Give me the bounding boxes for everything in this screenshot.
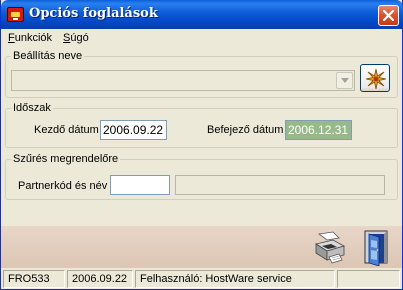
close-icon	[383, 10, 394, 21]
period-group-legend: Időszak	[13, 102, 51, 114]
title-bar[interactable]: Opciós foglalások	[1, 0, 403, 29]
start-date-input[interactable]: 2006.09.22	[100, 120, 167, 140]
start-date-label: Kezdő dátum	[34, 124, 99, 136]
window-title: Opciós foglalások	[29, 6, 158, 21]
close-button[interactable]	[378, 5, 399, 26]
sparkle-icon	[366, 69, 386, 89]
status-code: FRO533	[3, 270, 65, 288]
status-bar: FRO533 2006.09.22 Felhasználó: HostWare …	[1, 268, 402, 289]
exit-button[interactable]	[359, 228, 395, 267]
menu-bar: Funkciók Súgó	[1, 29, 402, 47]
print-button[interactable]	[313, 230, 347, 264]
end-date-label: Befejező dátum	[207, 124, 284, 136]
main-window: Opciós foglalások Funkciók Súgó Beállítá…	[0, 0, 403, 290]
filter-group-legend: Szűrés megrendelőre	[13, 153, 119, 165]
combo-dropdown-button[interactable]	[336, 72, 353, 89]
app-icon	[7, 7, 24, 22]
menu-sugo[interactable]: Súgó	[63, 32, 89, 44]
status-extra	[337, 270, 400, 288]
partner-code-input[interactable]	[110, 175, 170, 195]
settings-group-legend: Beállítás neve	[13, 50, 83, 62]
exit-door-icon	[364, 230, 388, 267]
partner-label: Partnerkód és név	[18, 180, 108, 192]
settings-action-button[interactable]	[360, 64, 390, 92]
status-user: Felhasználó: HostWare service	[135, 270, 335, 288]
partner-name-field	[175, 175, 385, 195]
settings-name-combo[interactable]	[11, 70, 355, 91]
printer-icon	[314, 231, 346, 264]
status-date: 2006.09.22	[67, 270, 133, 288]
menu-funkciok[interactable]: Funkciók	[8, 32, 52, 44]
chevron-down-icon	[341, 78, 349, 83]
end-date-input[interactable]: 2006.12.31	[285, 120, 352, 140]
